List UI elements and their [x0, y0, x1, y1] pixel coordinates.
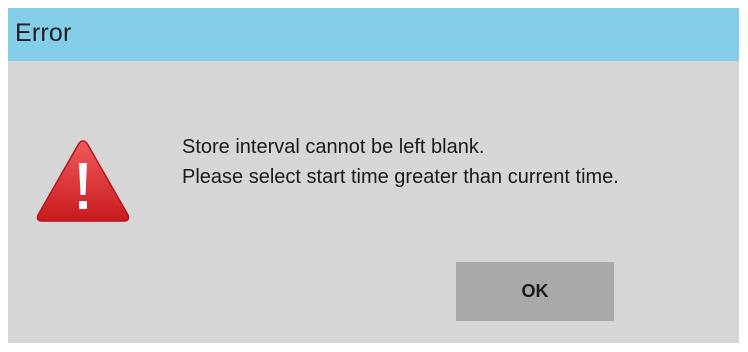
message-line-1: Store interval cannot be left blank.: [182, 136, 485, 158]
warning-icon: [36, 140, 130, 222]
error-dialog: Error Store interval cannot be left blan…: [8, 8, 739, 343]
error-message: Store interval cannot be left blank. Ple…: [182, 132, 619, 192]
title-bar[interactable]: Error: [8, 8, 739, 61]
dialog-title: Error: [15, 19, 72, 47]
ok-button[interactable]: OK: [456, 262, 614, 321]
message-line-2: Please select start time greater than cu…: [182, 166, 619, 188]
